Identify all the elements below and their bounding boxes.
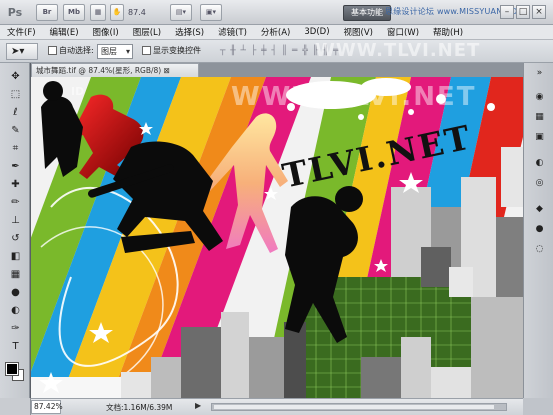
document-tab[interactable]: 城市舞蹈.tif @ 87.4%(星形, RGB/8) ⊠ xyxy=(31,63,199,77)
menu-filter[interactable]: 滤镜(T) xyxy=(211,26,254,38)
brush-tool-icon[interactable]: ✏ xyxy=(7,195,24,210)
channels-panel-icon[interactable]: ● xyxy=(533,223,546,236)
masks-panel-icon[interactable]: ◎ xyxy=(533,177,546,190)
eraser-tool-icon[interactable]: ◧ xyxy=(7,249,24,264)
menu-window[interactable]: 窗口(W) xyxy=(380,26,426,38)
color-panel-icon[interactable]: ◉ xyxy=(533,91,546,104)
status-menu-arrow-icon[interactable]: ▶ xyxy=(195,401,201,410)
zoom-level[interactable]: 87.4 xyxy=(128,4,162,21)
menu-3d[interactable]: 3D(D) xyxy=(297,27,336,37)
status-bar: 87.42% 文档:1.16M/6.39M ▶ xyxy=(31,398,523,415)
gradient-tool-icon[interactable]: ▦ xyxy=(7,267,24,282)
toolbox-bottom xyxy=(0,398,31,415)
panel-dock: » ◉ ▦ ▣ ◐ ◎ ◆ ● ◌ xyxy=(523,63,553,399)
show-transform-label: 显示变换控件 xyxy=(153,46,201,55)
menu-select[interactable]: 选择(S) xyxy=(168,26,211,38)
application-bar: Ps Br Mb ▦ ✋ 87.4 ▤▾ ▣▾ 基本功能 思缘设计论坛 www.… xyxy=(0,0,553,25)
menu-view[interactable]: 视图(V) xyxy=(337,26,380,38)
tools-panel: ✥ ⬚ ℓ ✎ ⌗ ✒ ✚ ✏ ⊥ ↺ ◧ ▦ ● ◐ ✑ T xyxy=(0,63,30,399)
document-canvas[interactable]: ID WWW.TLVI.NET TLVI.NET xyxy=(31,77,523,398)
auto-select-dropdown[interactable]: 图层 xyxy=(97,44,133,59)
auto-select-label: 自动选择: xyxy=(59,46,94,55)
move-tool-icon[interactable]: ✥ xyxy=(7,69,24,84)
type-tool-icon[interactable]: T xyxy=(7,339,24,354)
document-tab-title: 城市舞蹈.tif @ 87.4%(星形, RGB/8) ⊠ xyxy=(36,66,170,75)
workspace-switcher[interactable]: 基本功能 xyxy=(343,5,391,21)
history-brush-tool-icon[interactable]: ↺ xyxy=(7,231,24,246)
lasso-tool-icon[interactable]: ℓ xyxy=(7,105,24,120)
paths-panel-icon[interactable]: ◌ xyxy=(533,243,546,256)
menu-file[interactable]: 文件(F) xyxy=(0,26,43,38)
document-size-info: 文档:1.16M/6.39M xyxy=(106,403,173,412)
minimize-button[interactable]: – xyxy=(500,5,514,19)
photoshop-logo: Ps xyxy=(7,6,23,19)
tab-strip xyxy=(199,63,523,77)
scrollbar-thumb[interactable] xyxy=(214,405,494,409)
horizontal-scrollbar[interactable] xyxy=(211,403,507,411)
hand-tool-button[interactable]: ✋ xyxy=(110,4,124,21)
quick-select-tool-icon[interactable]: ✎ xyxy=(7,123,24,138)
bridge-button[interactable]: Br xyxy=(36,4,58,21)
styles-panel-icon[interactable]: ▣ xyxy=(533,131,546,144)
layers-panel-icon[interactable]: ◆ xyxy=(533,203,546,216)
menu-image[interactable]: 图像(I) xyxy=(86,26,126,38)
canvas-watermark-left: ID xyxy=(71,85,85,98)
tool-preset-picker[interactable]: ➤▾ xyxy=(6,43,38,60)
dodge-tool-icon[interactable]: ◐ xyxy=(7,303,24,318)
arrange-documents-button[interactable]: ▤▾ xyxy=(170,4,192,21)
view-extras-button[interactable]: ▦ xyxy=(90,4,106,21)
menu-help[interactable]: 帮助(H) xyxy=(426,26,470,38)
menu-bar: 文件(F) 编辑(E) 图像(I) 图层(L) 选择(S) 滤镜(T) 分析(A… xyxy=(0,25,553,40)
canvas-watermark: WWW.TLVI.NET xyxy=(231,82,477,112)
menu-edit[interactable]: 编辑(E) xyxy=(43,26,86,38)
eyedropper-tool-icon[interactable]: ✒ xyxy=(7,159,24,174)
clone-stamp-tool-icon[interactable]: ⊥ xyxy=(7,213,24,228)
show-transform-checkbox[interactable] xyxy=(142,46,151,55)
options-bar: ➤▾ 自动选择: 图层 显示变换控件 ┬ ╫ ┴ ├ ╪ ┤ ║ ═ ╬ ╟ ╢… xyxy=(0,40,553,63)
crop-tool-icon[interactable]: ⌗ xyxy=(7,141,24,156)
menu-layer[interactable]: 图层(L) xyxy=(126,26,168,38)
screen-mode-button[interactable]: ▣▾ xyxy=(200,4,222,21)
zoom-percentage-field[interactable]: 87.42% xyxy=(31,400,63,414)
watermark-options: WWW.TLVI.NET xyxy=(315,40,481,61)
adjustments-panel-icon[interactable]: ◐ xyxy=(533,157,546,170)
healing-brush-tool-icon[interactable]: ✚ xyxy=(7,177,24,192)
maximize-button[interactable]: □ xyxy=(516,5,530,19)
swatches-panel-icon[interactable]: ▦ xyxy=(533,111,546,124)
marquee-tool-icon[interactable]: ⬚ xyxy=(7,87,24,102)
dock-bottom xyxy=(523,398,553,415)
close-button[interactable]: × xyxy=(532,5,546,19)
blur-tool-icon[interactable]: ● xyxy=(7,285,24,300)
pen-tool-icon[interactable]: ✑ xyxy=(7,321,24,336)
menu-analysis[interactable]: 分析(A) xyxy=(254,26,297,38)
collapse-panels-icon[interactable]: » xyxy=(533,67,546,80)
foreground-color-swatch[interactable] xyxy=(5,362,19,376)
mini-bridge-button[interactable]: Mb xyxy=(63,4,85,21)
auto-select-checkbox[interactable] xyxy=(48,46,57,55)
